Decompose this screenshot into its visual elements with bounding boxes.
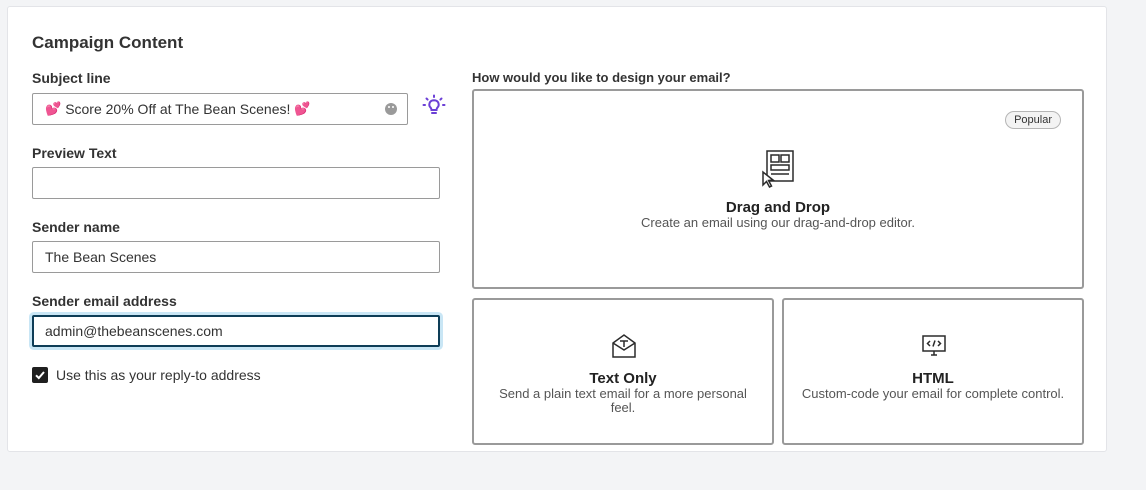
- html-text: HTML Custom-code your email for complete…: [796, 370, 1070, 401]
- text-only-text: Text Only Send a plain text email for a …: [486, 370, 760, 415]
- text-only-title: Text Only: [589, 370, 657, 387]
- lightbulb-icon[interactable]: [422, 94, 446, 118]
- sender-email-label: Sender email address: [32, 293, 177, 309]
- campaign-content-card: Campaign Content Subject line 💕 Score 20…: [7, 6, 1107, 452]
- reply-to-label: Use this as your reply-to address: [56, 367, 261, 383]
- design-question: How would you like to design your email?: [472, 70, 731, 85]
- preview-text-label: Preview Text: [32, 145, 117, 161]
- heart-emoji-right: 💕: [294, 101, 311, 116]
- subject-line-text: Score 20% Off at The Bean Scenes!: [65, 101, 291, 117]
- sender-email-input[interactable]: admin@thebeanscenes.com: [32, 315, 440, 347]
- emoji-picker-icon[interactable]: [385, 103, 397, 115]
- text-only-desc: Send a plain text email for a more perso…: [499, 386, 747, 415]
- html-desc: Custom-code your email for complete cont…: [801, 386, 1065, 401]
- drag-drop-icon: [762, 150, 794, 188]
- html-option[interactable]: HTML Custom-code your email for complete…: [782, 298, 1084, 445]
- checkmark-icon: [35, 371, 45, 380]
- html-title: HTML: [912, 370, 954, 387]
- heart-emoji-left: 💕: [45, 101, 62, 116]
- sender-name-label: Sender name: [32, 219, 120, 235]
- preview-text-input[interactable]: [32, 167, 440, 199]
- drag-and-drop-option[interactable]: Popular Drag and Drop Create an email us…: [472, 89, 1084, 289]
- text-only-option[interactable]: Text Only Send a plain text email for a …: [472, 298, 774, 445]
- card-title: Campaign Content: [32, 33, 184, 52]
- subject-line-label: Subject line: [32, 70, 111, 86]
- drag-and-drop-title: Drag and Drop: [725, 199, 831, 216]
- sender-name-input[interactable]: The Bean Scenes: [32, 241, 440, 273]
- text-envelope-icon: [612, 334, 636, 358]
- reply-to-checkbox[interactable]: [32, 367, 48, 383]
- drag-and-drop-desc: Create an email using our drag-and-drop …: [641, 215, 915, 230]
- drag-and-drop-text: Drag and Drop Create an email using our …: [474, 199, 1082, 230]
- code-monitor-icon: [922, 335, 946, 356]
- subject-line-input[interactable]: 💕 Score 20% Off at The Bean Scenes! 💕: [32, 93, 408, 125]
- popular-badge: Popular: [1005, 111, 1061, 129]
